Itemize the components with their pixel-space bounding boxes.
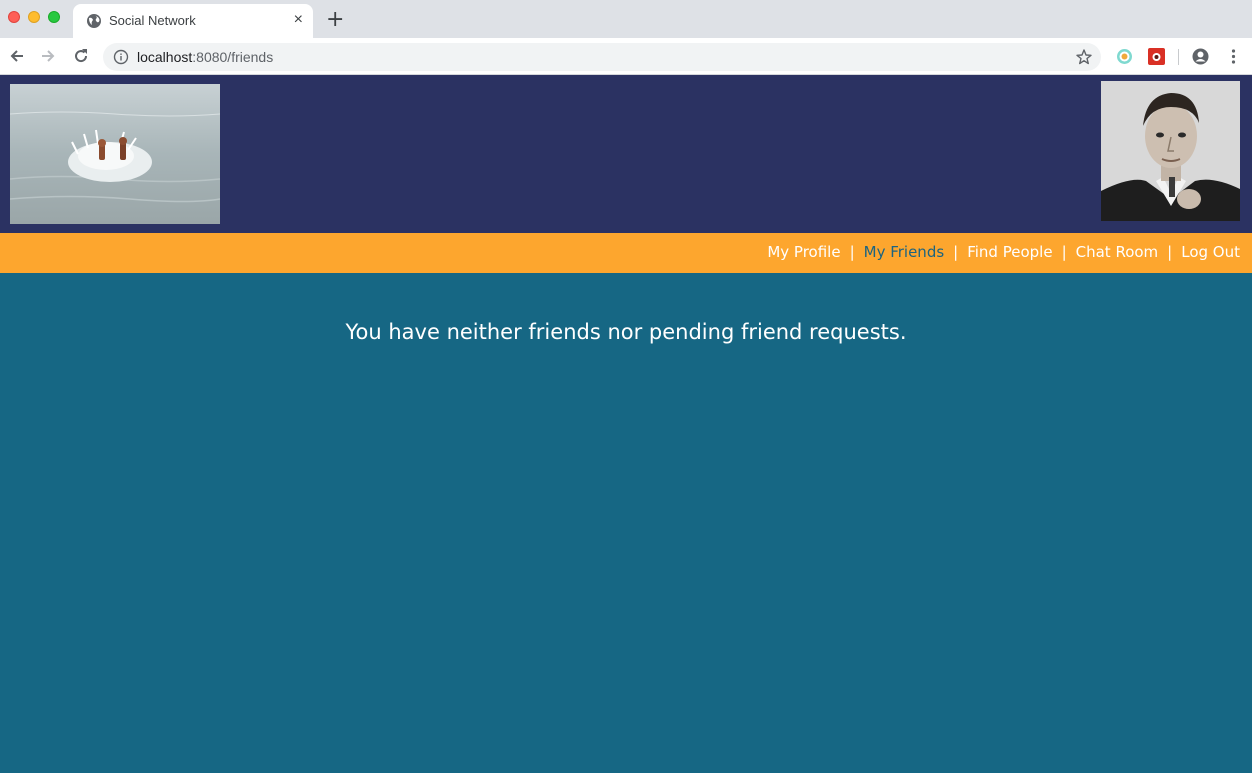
nav-separator: | bbox=[1167, 243, 1173, 261]
nav-separator: | bbox=[849, 243, 855, 261]
tab-title: Social Network bbox=[109, 13, 196, 28]
globe-icon bbox=[87, 14, 101, 28]
url-text[interactable]: localhost:8080/friends bbox=[137, 49, 273, 65]
site-logo[interactable] bbox=[10, 84, 220, 224]
browser-tab[interactable]: Social Network × bbox=[73, 4, 313, 38]
drowning-hands-image bbox=[10, 84, 220, 224]
star-icon[interactable] bbox=[1075, 48, 1093, 66]
address-bar[interactable]: localhost:8080/friends bbox=[103, 43, 1101, 71]
window-close-button[interactable] bbox=[8, 11, 20, 23]
extension-target-icon[interactable] bbox=[1116, 48, 1133, 65]
url-host: localhost bbox=[137, 49, 193, 65]
arrow-left-icon[interactable] bbox=[7, 46, 27, 66]
arrow-right-icon[interactable] bbox=[38, 46, 58, 66]
user-photo-image bbox=[1101, 81, 1240, 221]
empty-friends-message: You have neither friends nor pending fri… bbox=[345, 320, 907, 344]
nav-chat-room[interactable]: Chat Room bbox=[1076, 243, 1159, 261]
user-avatar[interactable] bbox=[1101, 81, 1240, 221]
url-path: :8080/friends bbox=[192, 49, 274, 65]
reload-icon[interactable] bbox=[71, 46, 91, 66]
nav-separator: | bbox=[1061, 243, 1067, 261]
extension-red-icon[interactable] bbox=[1148, 48, 1165, 65]
window-minimize-button[interactable] bbox=[28, 11, 40, 23]
main-nav: My Profile | My Friends | Find People | Chat R… bbox=[0, 233, 1252, 273]
nav-find-people[interactable]: Find People bbox=[967, 243, 1052, 261]
new-tab-button[interactable]: + bbox=[326, 8, 344, 32]
nav-separator: | bbox=[953, 243, 959, 261]
kebab-menu-icon[interactable] bbox=[1225, 48, 1242, 65]
nav-links: My Profile | My Friends | Find People | Chat R… bbox=[767, 243, 1240, 261]
site-header bbox=[0, 75, 1252, 233]
nav-my-friends[interactable]: My Friends bbox=[864, 243, 945, 261]
nav-log-out[interactable]: Log Out bbox=[1181, 243, 1240, 261]
browser-toolbar: localhost:8080/friends bbox=[0, 38, 1252, 75]
account-icon[interactable] bbox=[1192, 48, 1209, 65]
tab-close-icon[interactable]: × bbox=[294, 11, 303, 29]
page-content: My Profile | My Friends | Find People | Chat R… bbox=[0, 75, 1252, 773]
nav-my-profile[interactable]: My Profile bbox=[767, 243, 840, 261]
toolbar-separator bbox=[1178, 49, 1179, 65]
info-icon[interactable] bbox=[113, 49, 129, 65]
browser-tab-bar: Social Network × + bbox=[0, 0, 1252, 38]
window-maximize-button[interactable] bbox=[48, 11, 60, 23]
